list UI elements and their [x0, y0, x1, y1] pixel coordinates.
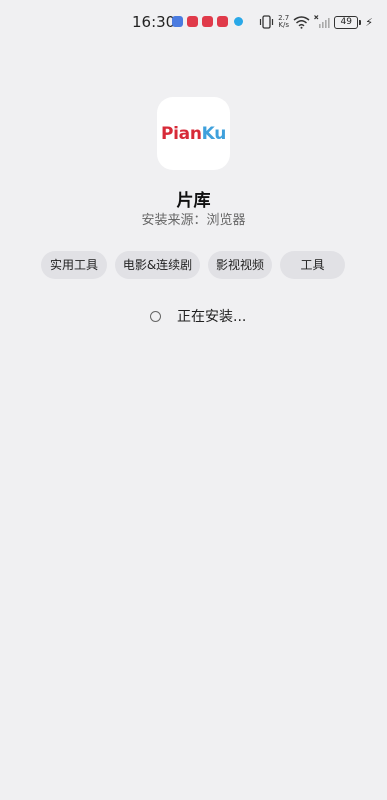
- network-speed-unit: K/s: [278, 21, 289, 29]
- notification-blue-icon: [172, 16, 183, 27]
- notification-red-icon: [187, 16, 198, 27]
- status-right-cluster: 2.7 K/s 49 ⚡: [259, 12, 373, 32]
- wifi-icon: [293, 16, 310, 29]
- install-source: 安装来源：浏览器: [141, 213, 246, 228]
- app-name: 片库: [176, 191, 211, 211]
- notification-red-icon: [202, 16, 213, 27]
- tag-video[interactable]: 影视视频: [208, 251, 272, 279]
- app-logo: PianKu: [157, 97, 230, 170]
- notification-red-icon: [217, 16, 228, 27]
- status-time: 16:30: [132, 13, 176, 31]
- tag-movies-series[interactable]: 电影&连续剧: [115, 251, 200, 279]
- category-tags: 实用工具 电影&连续剧 影视视频 工具: [0, 251, 387, 279]
- app-logo-text: PianKu: [161, 124, 226, 144]
- install-status-text: 正在安装...: [177, 309, 247, 325]
- no-signal-icon: [314, 15, 330, 28]
- tag-tools[interactable]: 工具: [280, 251, 345, 279]
- vibrate-icon: [260, 15, 274, 29]
- logo-text-part1: Pian: [160, 123, 202, 144]
- charging-icon: ⚡: [365, 15, 373, 29]
- install-progress: 正在安装...: [150, 307, 246, 325]
- status-bar: 16:30 2.7 K/s 49 ⚡: [0, 0, 387, 44]
- logo-text-part2: Ku: [201, 123, 227, 144]
- app-notification-icon: [234, 17, 243, 26]
- tag-utilities[interactable]: 实用工具: [41, 251, 107, 279]
- network-speed: 2.7 K/s: [278, 15, 289, 29]
- notification-icons: [172, 16, 243, 27]
- loading-spinner-icon: [150, 310, 161, 322]
- battery-icon: 49: [334, 15, 362, 29]
